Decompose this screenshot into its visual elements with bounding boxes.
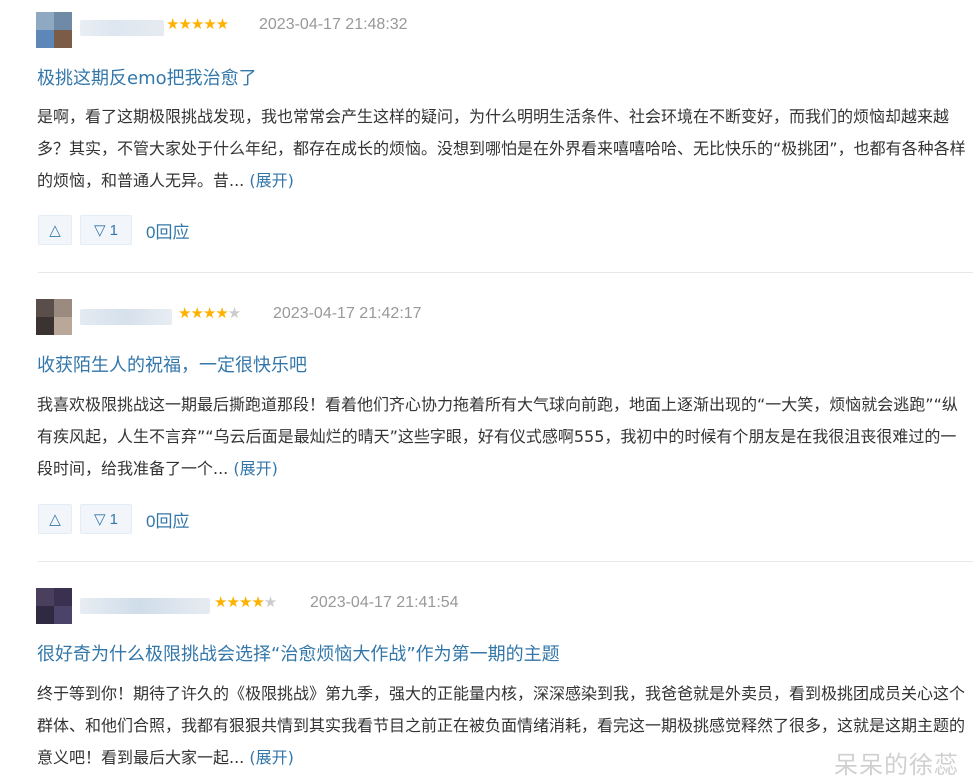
review-text: 我喜欢极限挑战这一期最后撕跑道那段！看着他们齐心协力拖着所有大气球向前跑，地面上…	[37, 395, 958, 478]
review-timestamp: 2023-04-17 21:42:17	[273, 305, 422, 322]
review-card: ★★★★★ 2023-04-17 21:41:54 很好奇为什么极限挑战会选择“…	[0, 588, 973, 784]
review-card: ★★★★★ 2023-04-17 21:48:32 极挑这期反emo把我治愈了 …	[0, 10, 973, 280]
upvote-icon: △	[49, 511, 61, 528]
username-blurred[interactable]	[80, 598, 210, 614]
reply-link[interactable]: 0回应	[146, 218, 189, 243]
downvote-button[interactable]: ▽ 1	[80, 504, 132, 534]
expand-link[interactable]: (展开)	[233, 459, 278, 478]
review-body: 终于等到你！期待了许久的《极限挑战》第九季，强大的正能量内核，深深感染到我，我爸…	[37, 678, 969, 774]
review-divider	[38, 272, 973, 273]
upvote-icon: △	[49, 222, 61, 239]
review-divider	[38, 561, 973, 562]
review-title[interactable]: 很好奇为什么极限挑战会选择“治愈烦恼大作战”作为第一期的主题	[37, 640, 560, 666]
review-timestamp: 2023-04-17 21:48:32	[259, 16, 408, 33]
vote-bar: △ ▽ 1 0回应	[38, 504, 189, 534]
review-text: 终于等到你！期待了许久的《极限挑战》第九季，强大的正能量内核，深深感染到我，我爸…	[37, 684, 966, 767]
downvote-icon: ▽	[94, 222, 106, 239]
rating-stars: ★★★★★	[214, 593, 277, 611]
review-title[interactable]: 极挑这期反emo把我治愈了	[37, 64, 257, 90]
downvote-count: 1	[109, 510, 118, 528]
rating-stars: ★★★★★	[178, 304, 241, 322]
user-avatar[interactable]	[36, 12, 72, 48]
rating-stars: ★★★★★	[166, 15, 229, 33]
watermark: 呆呆的徐蕊	[834, 751, 959, 779]
review-text: 是啊，看了这期极限挑战发现，我也常常会产生这样的疑问，为什么明明生活条件、社会环…	[37, 107, 966, 190]
user-avatar[interactable]	[36, 588, 72, 624]
downvote-icon: ▽	[94, 511, 106, 528]
upvote-button[interactable]: △	[38, 215, 72, 245]
vote-bar: △ ▽ 1 0回应	[38, 215, 189, 245]
expand-link[interactable]: (展开)	[249, 171, 294, 190]
review-body: 是啊，看了这期极限挑战发现，我也常常会产生这样的疑问，为什么明明生活条件、社会环…	[37, 101, 969, 197]
downvote-button[interactable]: ▽ 1	[80, 215, 132, 245]
downvote-count: 1	[109, 221, 118, 239]
username-blurred[interactable]	[80, 20, 164, 36]
upvote-button[interactable]: △	[38, 504, 72, 534]
review-body: 我喜欢极限挑战这一期最后撕跑道那段！看着他们齐心协力拖着所有大气球向前跑，地面上…	[37, 389, 969, 485]
username-blurred[interactable]	[80, 309, 172, 325]
review-timestamp: 2023-04-17 21:41:54	[310, 594, 459, 611]
user-avatar[interactable]	[36, 299, 72, 335]
reply-link[interactable]: 0回应	[146, 507, 189, 532]
expand-link[interactable]: (展开)	[249, 748, 294, 767]
review-card: ★★★★★ 2023-04-17 21:42:17 收获陌生人的祝福，一定很快乐…	[0, 299, 973, 569]
review-title[interactable]: 收获陌生人的祝福，一定很快乐吧	[37, 351, 307, 377]
